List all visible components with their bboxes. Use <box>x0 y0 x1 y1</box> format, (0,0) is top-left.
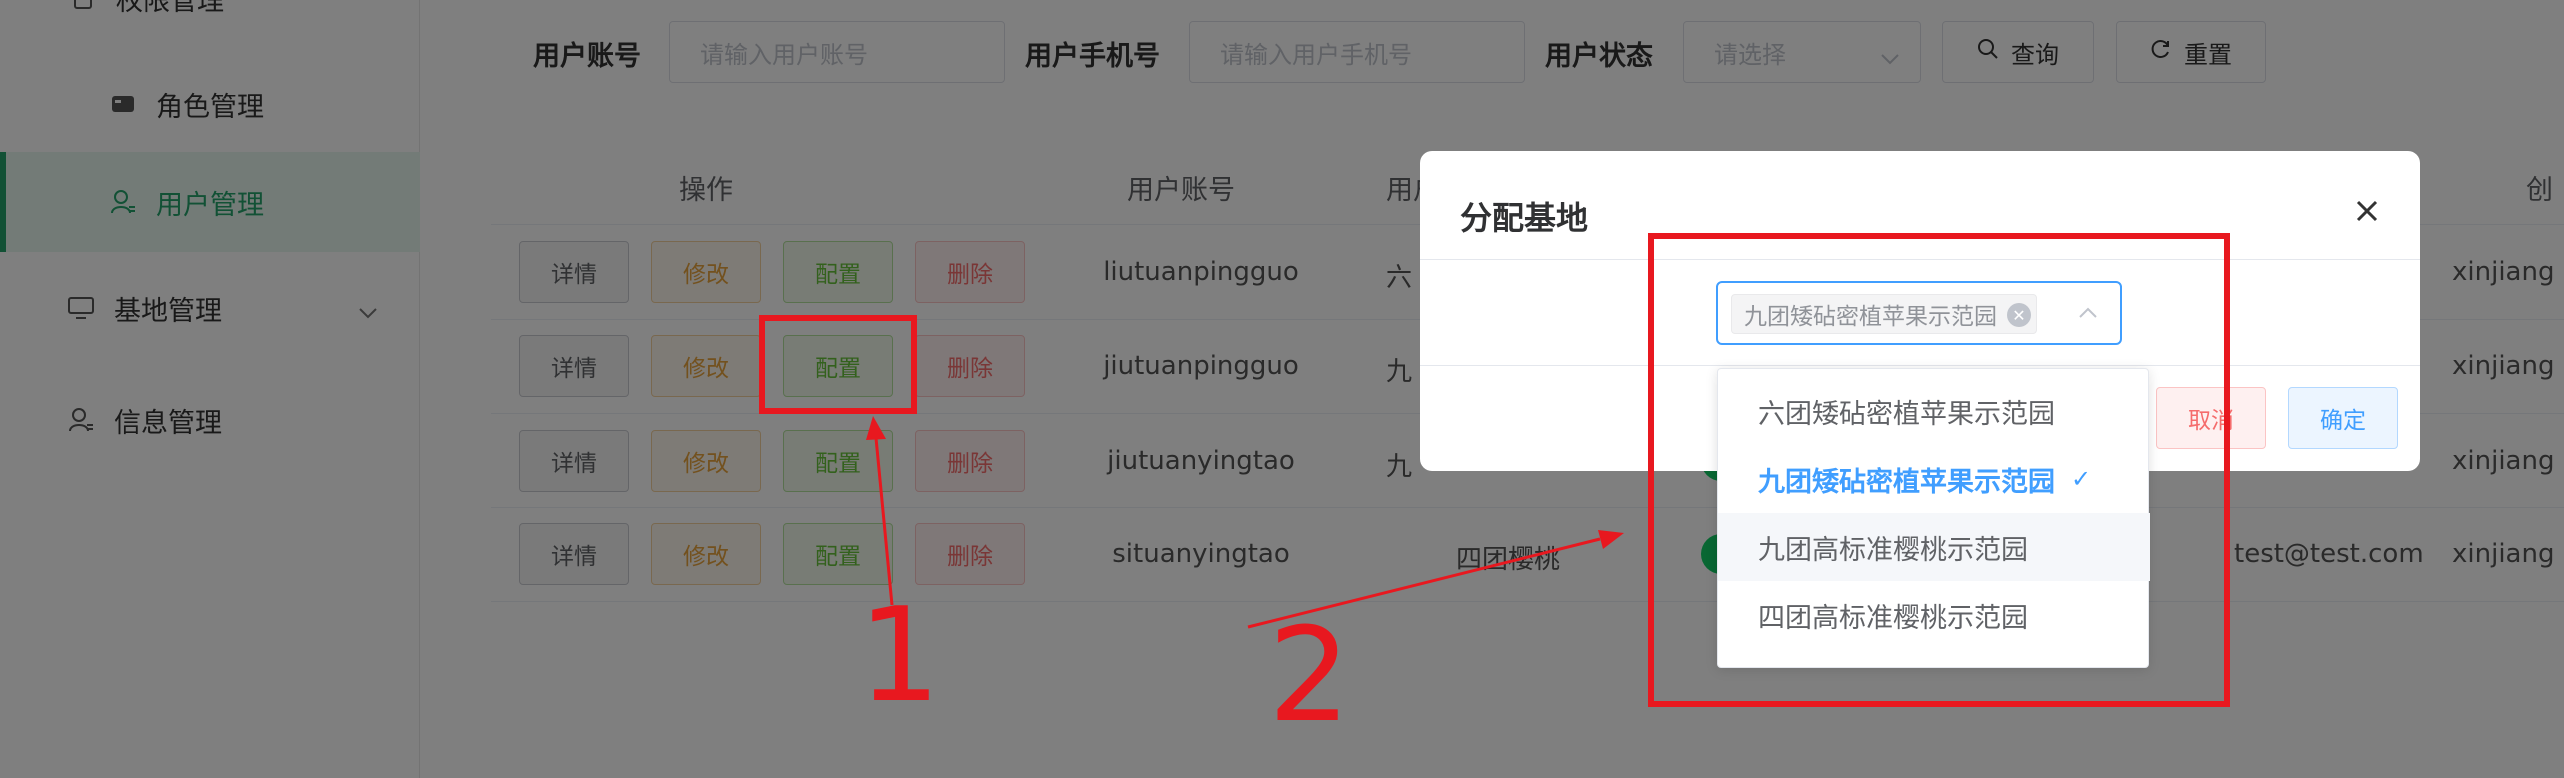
annotation-number-2: 2 <box>1268 599 1351 751</box>
annotation-number-1: 1 <box>858 579 941 731</box>
